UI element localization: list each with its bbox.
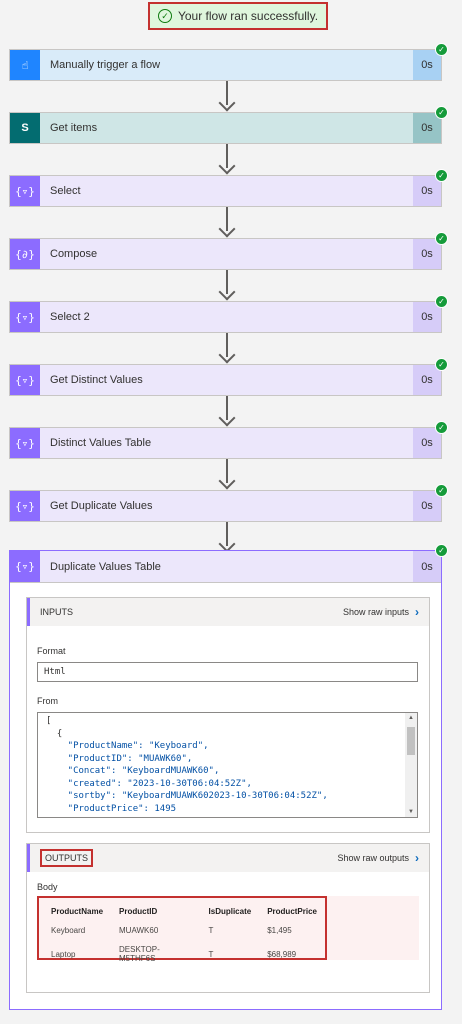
show-raw-inputs-link[interactable]: Show raw inputs › [343, 605, 419, 619]
success-check-icon: ✓ [435, 106, 448, 119]
output-table: ProductName ProductID IsDuplicate Produc… [37, 896, 327, 963]
step-distinct-values-table[interactable]: {▿} Distinct Values Table 0s ✓ [9, 421, 448, 459]
inputs-header: INPUTS Show raw inputs › [27, 598, 429, 626]
vertical-scrollbar[interactable]: ▲ ▼ [405, 713, 417, 817]
code-line: "ProductID": "MUAWK60", [46, 753, 193, 764]
body-label: Body [37, 882, 58, 892]
from-code-box[interactable]: [ { "ProductName": "Keyboard", "ProductI… [37, 712, 418, 818]
column-header: ProductID [119, 907, 158, 916]
step-title: Get Distinct Values [50, 374, 143, 386]
data-operation-icon: {▿} [10, 491, 40, 521]
table-background [327, 896, 419, 960]
step-duplicate-values-table: {▿} Duplicate Values Table 0s ✓ INPUTS S… [9, 544, 448, 1010]
inputs-card: INPUTS Show raw inputs › Format Html Fro… [26, 597, 430, 833]
step-select-2[interactable]: {▿} Select 2 0s ✓ [9, 295, 448, 333]
data-operation-icon: {▿} [10, 365, 40, 395]
inputs-label: INPUTS [40, 607, 74, 617]
step-compose[interactable]: {∂} Compose 0s ✓ [9, 232, 448, 270]
step-title: Select [50, 185, 81, 197]
step-title: Distinct Values Table [50, 437, 152, 449]
table-cell: $68,989 [267, 949, 297, 959]
step-manual-trigger[interactable]: ☝ Manually trigger a flow 0s ✓ [9, 43, 448, 81]
step-title: Manually trigger a flow [50, 59, 161, 71]
flow-arrow [218, 522, 236, 553]
table-cell: Keyboard [51, 926, 86, 935]
from-label: From [37, 696, 58, 706]
table-cell: T [208, 926, 214, 935]
flow-arrow [218, 144, 236, 175]
step-select[interactable]: {▿} Select 0s ✓ [9, 169, 448, 207]
chevron-right-icon: › [415, 851, 419, 865]
flow-arrow [218, 396, 236, 427]
code-line: "ProductPrice": 1495 [46, 803, 177, 814]
table-cell: Laptop [51, 949, 76, 959]
code-line: "sortby": "KeyboardMUAWK602023-10-30T06:… [46, 791, 328, 801]
flow-arrow [218, 459, 236, 490]
sharepoint-icon: S [10, 113, 40, 143]
column-header: ProductName [51, 907, 104, 916]
success-check-icon: ✓ [435, 169, 448, 182]
format-label: Format [37, 646, 66, 656]
code-line: "created": "2023-10-30T06:04:52Z", [46, 778, 252, 789]
column-header: ProductPrice [267, 907, 317, 916]
step-title: Compose [50, 248, 98, 260]
success-message: Your flow ran successfully. [177, 9, 319, 23]
show-raw-outputs-link[interactable]: Show raw outputs › [337, 851, 419, 865]
code-line: "Concat": "KeyboardMUAWK60", [46, 766, 220, 776]
outputs-header: OUTPUTS Show raw outputs › [27, 844, 429, 872]
success-check-icon: ✓ [435, 544, 448, 557]
success-check-icon: ✓ [435, 358, 448, 371]
code-line: { [46, 728, 63, 739]
success-check-icon: ✓ [435, 295, 448, 308]
outputs-card: OUTPUTS Show raw outputs › Body ProductN… [26, 843, 430, 993]
step-title: Get Duplicate Values [50, 500, 153, 512]
step-title: Duplicate Values Table [50, 560, 161, 573]
flow-arrow [218, 81, 236, 112]
outputs-label: OUTPUTS [40, 849, 94, 867]
success-check-icon: ✓ [435, 421, 448, 434]
flow-arrow [218, 270, 236, 301]
table-cell: T [208, 949, 214, 959]
data-operation-icon: {∂} [10, 239, 40, 269]
data-operation-icon: {▿} [10, 302, 40, 332]
data-operation-icon: {▿} [10, 428, 40, 458]
table-cell: $1,495 [267, 926, 292, 935]
data-operation-icon: {▿} [10, 176, 40, 206]
success-check-icon: ✓ [435, 43, 448, 56]
table-row: Keyboard MUAWK60 T $1,495 [43, 921, 325, 940]
step-title: Select 2 [50, 311, 90, 323]
format-field: Html [37, 662, 418, 682]
success-banner: ✓ Your flow ran successfully. [148, 2, 328, 30]
table-cell: MUAWK60 [119, 926, 159, 935]
scroll-up-icon[interactable]: ▲ [408, 715, 414, 721]
success-check-icon: ✓ [157, 9, 172, 23]
step-header[interactable]: {▿} Duplicate Values Table 0s [10, 551, 441, 583]
flow-arrow [218, 207, 236, 238]
scroll-down-icon[interactable]: ▼ [408, 809, 414, 815]
touch-icon: ☝ [10, 50, 40, 80]
success-check-icon: ✓ [435, 232, 448, 245]
step-get-duplicate-values[interactable]: {▿} Get Duplicate Values 0s ✓ [9, 484, 448, 522]
table-row: Laptop DESKTOP-M5THF6S T $68,989 [43, 940, 325, 968]
step-title: Get items [50, 122, 98, 134]
column-header: IsDuplicate [208, 907, 252, 916]
json-code: [ { "ProductName": "Keyboard", "ProductI… [46, 715, 397, 815]
data-operation-icon: {▿} [10, 551, 40, 582]
chevron-right-icon: › [415, 605, 419, 619]
table-header-row: ProductName ProductID IsDuplicate Produc… [43, 902, 325, 921]
step-get-items[interactable]: S Get items 0s ✓ [9, 106, 448, 144]
code-line: "ProductName": "Keyboard", [46, 741, 209, 751]
flow-arrow [218, 333, 236, 364]
success-check-icon: ✓ [435, 484, 448, 497]
scrollbar-thumb[interactable] [407, 727, 415, 755]
code-line: [ [46, 716, 52, 726]
table-cell: DESKTOP-M5THF6S [119, 945, 160, 963]
step-get-distinct-values[interactable]: {▿} Get Distinct Values 0s ✓ [9, 358, 448, 396]
